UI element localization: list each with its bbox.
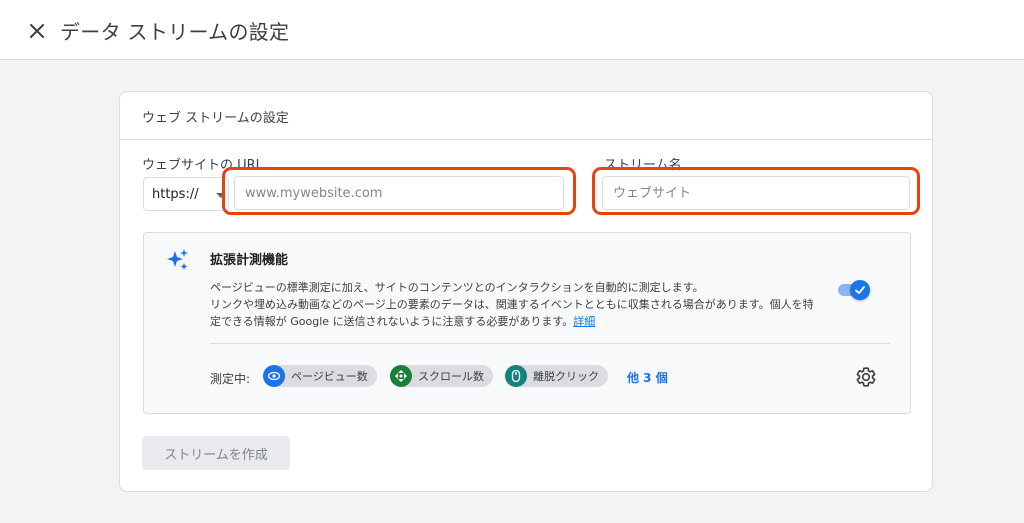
chip-outbound-clicks: 離脱クリック [505,365,608,387]
measuring-label: 測定中: [210,372,251,386]
page-title: データ ストリームの設定 [60,20,290,44]
enhanced-measurement-panel: 拡張計測機能 ページビューの標準測定に加え、サイトのコンテンツとのインタラクショ… [143,232,911,414]
more-events-link[interactable]: 他 3 個 [627,369,668,386]
eye-icon [263,365,285,387]
protocol-select[interactable]: https:// [143,177,229,211]
enhanced-measurement-description: ページビューの標準測定に加え、サイトのコンテンツとのインタラクションを自動的に測… [210,279,840,330]
protocol-select-value: https:// [152,186,199,202]
panel-divider [210,343,890,344]
caret-down-icon [216,193,226,198]
top-bar: データ ストリームの設定 [0,0,1024,60]
gear-icon[interactable] [855,366,877,388]
sparkle-icon [167,249,188,270]
chip-label: ページビュー数 [291,370,368,383]
close-button[interactable] [24,18,50,44]
stream-name-input[interactable] [602,176,910,210]
card-header: ウェブ ストリームの設定 [120,92,932,140]
mouse-icon [505,365,527,387]
chip-page-views: ページビュー数 [263,365,377,387]
card-title: ウェブ ストリームの設定 [142,111,289,126]
create-stream-button[interactable]: ストリームを作成 [142,436,290,470]
chip-scrolls: スクロール数 [390,365,493,387]
toggle-thumb [850,280,870,300]
description-line-3-wrap: 定できる情報が Google に送信されないように注意する必要があります。詳細 [210,313,840,330]
web-stream-settings-card: ウェブ ストリームの設定 ウェブサイトの URL ストリーム名 https://… [119,91,933,492]
chip-label: 離脱クリック [533,370,599,383]
description-line-3: 定できる情報が Google に送信されないように注意する必要があります。 [210,315,574,328]
website-url-input[interactable] [234,176,564,210]
scroll-icon [390,365,412,387]
stream-name-label: ストリーム名 [604,158,682,173]
check-icon [855,286,865,294]
chip-label: スクロール数 [418,370,484,383]
description-line-2: リンクや埋め込み動画などのページ上の要素のデータは、関連するイベントとともに収集… [210,298,814,311]
details-link[interactable]: 詳細 [573,315,595,328]
close-icon [30,24,44,38]
enhanced-measurement-title: 拡張計測機能 [210,253,289,268]
enhanced-measurement-toggle[interactable] [836,279,872,301]
description-line-1: ページビューの標準測定に加え、サイトのコンテンツとのインタラクションを自動的に測… [210,281,704,294]
website-url-label: ウェブサイトの URL [142,158,263,173]
